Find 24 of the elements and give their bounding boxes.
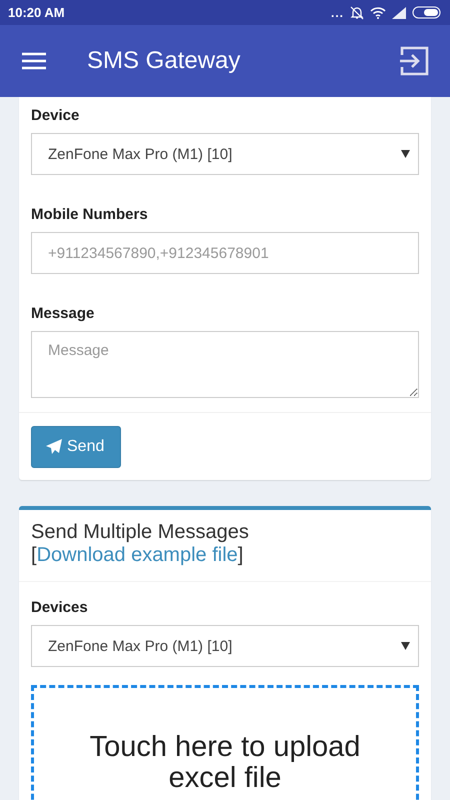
login-icon[interactable]	[398, 45, 430, 77]
paper-plane-icon	[46, 439, 62, 455]
message-field[interactable]: Message	[31, 331, 419, 398]
wifi-icon	[370, 6, 386, 18]
send-button[interactable]: Send	[31, 426, 122, 468]
caret-icon	[401, 642, 410, 650]
signal-icon	[392, 6, 406, 18]
device-select[interactable]: ZenFone Max Pro (M1) [10]	[31, 625, 419, 667]
numbers-field[interactable]: +911234567890,+912345678901	[31, 232, 419, 274]
upload-dropzone[interactable]: Touch here to upload excel file	[31, 685, 419, 800]
card-title: Send Multiple Messages [Download example file]	[31, 521, 249, 566]
bell-off-icon	[350, 6, 364, 20]
field-label: Device	[31, 107, 80, 124]
clock: 10:20 AM	[8, 5, 65, 20]
download-link[interactable]: Download example file	[36, 544, 238, 566]
caret-icon	[401, 150, 410, 158]
field-label: Message	[31, 305, 96, 322]
menu-icon[interactable]	[22, 52, 46, 70]
device-select[interactable]: ZenFone Max Pro (M1) [10]	[31, 133, 419, 175]
battery-icon	[412, 6, 442, 19]
field-label: Mobile Numbers	[31, 206, 149, 223]
notification-dots: ...	[330, 6, 344, 20]
app-title: SMS Gateway	[87, 47, 242, 75]
field-label: Devices	[31, 599, 89, 616]
